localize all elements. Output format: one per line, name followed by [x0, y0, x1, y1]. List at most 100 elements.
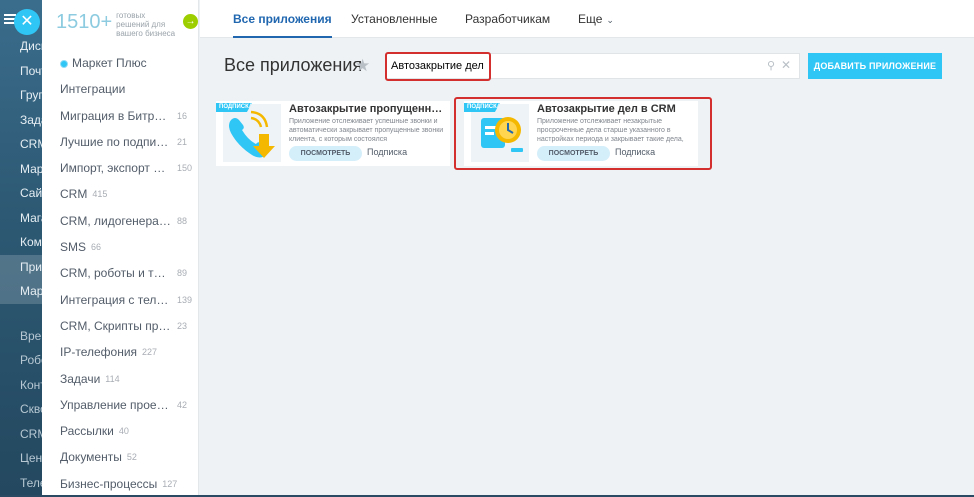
bg-menu-item: Задачи — [20, 112, 42, 127]
sidebar-category-label: Маркет Плюс — [72, 56, 147, 70]
sidebar-category-label: Бизнес-процессы — [60, 476, 158, 491]
sidebar-category-label: IP-телефония — [60, 345, 138, 360]
sidebar-category-item[interactable]: Интеграция с телеф... 139 — [42, 287, 198, 313]
app-thumbnail — [223, 104, 281, 162]
bg-menu-item: Маркетинг — [20, 161, 42, 176]
tab-label: Все приложения — [233, 12, 332, 26]
chevron-down-icon: ⌄ — [606, 15, 614, 25]
add-app-button[interactable]: ДОБАВИТЬ ПРИЛОЖЕНИЕ — [808, 53, 942, 79]
bg-menu-item: Роботы — [20, 353, 42, 367]
sidebar-category-count: 415 — [92, 189, 108, 200]
star-icon[interactable]: ★ — [355, 56, 370, 76]
sidebar-category-count: 88 — [177, 215, 188, 226]
market-panel: 1510+ готовых решений для вашего бизнеса… — [42, 0, 974, 495]
app-description: Приложение отслеживает успешные звонки и… — [289, 118, 444, 143]
sidebar-category-item[interactable]: CRM, Скрипты продаж 23 — [42, 313, 198, 339]
bg-menu-item: Компания — [20, 235, 42, 249]
bg-menu-item: Сайты — [20, 186, 42, 200]
promo-text: готовых решений для вашего бизнеса — [116, 11, 176, 38]
bg-menu-item: Приложения — [0, 254, 42, 279]
sidebar-category-item[interactable]: Рассылки 40 — [42, 418, 198, 444]
sidebar-category-item[interactable]: CRM 415 — [42, 181, 198, 207]
bg-menu-item: Группы — [20, 88, 42, 102]
sidebar-category-label: Интеграции — [60, 82, 126, 97]
sidebar-category-count: 139 — [177, 294, 193, 305]
page-title: Все приложения — [224, 55, 363, 75]
sidebar-category-count: 40 — [118, 426, 129, 437]
sidebar-category-item[interactable]: Управление проекта... 42 — [42, 392, 198, 418]
tab-installed[interactable]: Установленные — [351, 0, 437, 38]
sidebar-category-label: CRM — [60, 187, 88, 202]
bg-menu-item: Телефония — [20, 475, 42, 490]
promo-count: 1510+ — [56, 11, 113, 33]
tab-all-apps[interactable]: Все приложения — [233, 0, 332, 38]
sidebar-category-label: Интеграция с телеф... — [60, 292, 172, 307]
bg-menu-item: Диск — [20, 39, 42, 53]
tab-more[interactable]: Еще ⌄ — [578, 0, 614, 38]
view-button[interactable]: ПОСМОТРЕТЬ — [289, 146, 362, 161]
sidebar-category-count: 150 — [177, 163, 193, 174]
sidebar-category-label: Управление проекта... — [60, 397, 172, 412]
bg-menu-item: Центр — [20, 451, 42, 465]
sidebar-category-count: 21 — [177, 136, 188, 147]
sidebar-category-count: 52 — [126, 452, 137, 463]
sidebar-category-label: CRM, Скрипты продаж — [60, 318, 172, 333]
sidebar-category-count: 23 — [177, 320, 188, 331]
sidebar-category-item[interactable]: Бизнес-процессы 127 — [42, 471, 198, 497]
sidebar-category-label: CRM, лидогенерация — [60, 213, 172, 228]
sidebar-category-item[interactable]: IP-телефония 227 — [42, 339, 198, 365]
sidebar-category-item[interactable]: Миграция в Битрикс24 16 — [42, 103, 198, 129]
sidebar-category-count: 127 — [162, 478, 178, 489]
sidebar-category-count: 89 — [177, 268, 188, 279]
subscription-ribbon: ПОДПИСКА — [216, 103, 252, 112]
market-plus-icon — [60, 59, 68, 68]
sidebar-category-label: SMS — [60, 240, 87, 255]
app-card[interactable]: ПОДПИСКА Автозакрытие пропущенных з... П… — [216, 101, 450, 166]
subscription-label: Подписка — [367, 147, 408, 157]
close-icon[interactable]: ✕ — [781, 58, 791, 72]
sidebar-category-item[interactable]: Документы 52 — [42, 444, 198, 470]
sidebar-category-count: 114 — [105, 373, 120, 384]
tab-label: Еще — [578, 12, 603, 26]
sidebar-category-label: Задачи — [60, 371, 101, 386]
bg-menu-item: CRM — [20, 137, 42, 151]
close-slider-button[interactable]: ✕ — [14, 9, 40, 35]
sidebar-category-count: 66 — [91, 242, 102, 253]
search-icon[interactable]: ⚲ — [767, 59, 775, 72]
sidebar-category-item[interactable]: SMS 66 — [42, 234, 198, 260]
sidebar-category-label: Миграция в Битрикс24 — [60, 108, 172, 123]
sidebar-category-item[interactable]: CRM, роботы и тригг... 89 — [42, 260, 198, 286]
background-portal-menu: Диск Почта Группы Задачи CRM Маркетинг Сайты Ма… — [0, 0, 42, 495]
sidebar-category-item[interactable]: Задачи 114 — [42, 366, 198, 392]
sidebar-category-label: Лучшие по подписке — [60, 134, 172, 149]
phone-missed-call-icon — [223, 104, 281, 162]
sidebar-category-item[interactable]: Маркет Плюс — [42, 50, 198, 76]
market-sidebar: 1510+ готовых решений для вашего бизнеса… — [42, 0, 199, 495]
app-title[interactable]: Автозакрытие пропущенных з... — [289, 103, 444, 115]
card-highlight-frame — [454, 97, 712, 170]
top-tabs: Все приложения Установленные Разработчик… — [200, 0, 974, 38]
bg-menu-item: Контакт — [20, 377, 42, 392]
sidebar-category-label: Импорт, экспорт дан... — [60, 161, 172, 176]
bg-menu-item: Маркет — [0, 279, 42, 304]
sidebar-category-label: Рассылки — [60, 424, 114, 439]
sidebar-category-item[interactable]: Импорт, экспорт дан... 150 — [42, 155, 198, 181]
bg-menu-item: Сквозная — [20, 402, 42, 416]
sidebar-category-item[interactable]: CRM, лидогенерация 88 — [42, 208, 198, 234]
search-highlight-frame — [385, 52, 491, 81]
tab-label: Установленные — [351, 12, 438, 26]
bg-menu-item: Почта — [20, 63, 42, 78]
bg-menu-item: Время — [20, 328, 42, 343]
tab-label: Разработчикам — [465, 12, 551, 26]
arrow-right-icon[interactable]: → — [183, 14, 198, 29]
bg-menu-item: Магазины — [20, 210, 42, 225]
sidebar-category-count: 227 — [142, 347, 158, 358]
sidebar-category-count: 16 — [177, 110, 188, 121]
sidebar-category-item[interactable]: Лучшие по подписке 21 — [42, 129, 198, 155]
sidebar-category-label: Документы — [60, 450, 122, 465]
promo-banner[interactable]: 1510+ готовых решений для вашего бизнеса… — [42, 0, 198, 46]
sidebar-category-label: CRM, роботы и тригг... — [60, 266, 172, 281]
sidebar-category-item[interactable]: Интеграции — [42, 76, 198, 102]
category-list: Маркет Плюс Интеграции Миграция в Битрикс2… — [42, 46, 198, 497]
tab-developers[interactable]: Разработчикам — [465, 0, 550, 38]
